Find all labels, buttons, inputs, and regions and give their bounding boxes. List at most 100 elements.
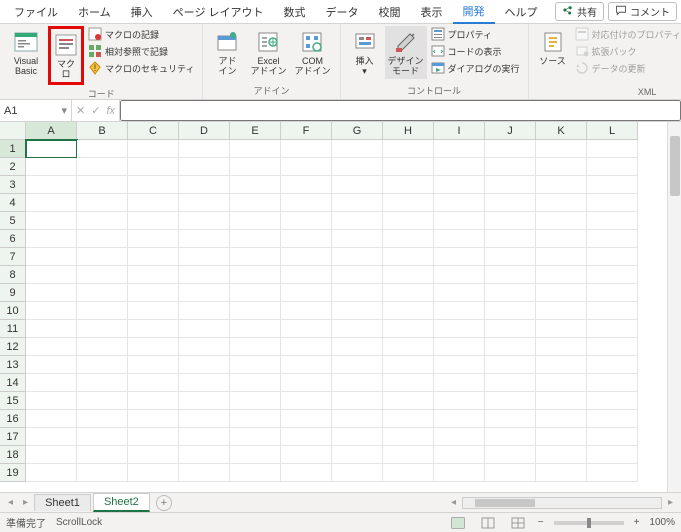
- cell[interactable]: [77, 284, 128, 302]
- column-header[interactable]: H: [383, 122, 434, 140]
- cell[interactable]: [179, 176, 230, 194]
- row-header[interactable]: 8: [0, 266, 26, 284]
- cell[interactable]: [77, 464, 128, 482]
- cell[interactable]: [434, 140, 485, 158]
- cell[interactable]: [179, 302, 230, 320]
- cell[interactable]: [77, 248, 128, 266]
- cell[interactable]: [230, 446, 281, 464]
- cell[interactable]: [281, 446, 332, 464]
- cell[interactable]: [77, 266, 128, 284]
- cell[interactable]: [383, 284, 434, 302]
- cell[interactable]: [536, 428, 587, 446]
- cell[interactable]: [179, 428, 230, 446]
- cell[interactable]: [332, 176, 383, 194]
- cell[interactable]: [434, 212, 485, 230]
- cell[interactable]: [536, 446, 587, 464]
- cell[interactable]: [230, 284, 281, 302]
- cell[interactable]: [434, 284, 485, 302]
- cell[interactable]: [77, 176, 128, 194]
- cell[interactable]: [332, 338, 383, 356]
- cell[interactable]: [587, 140, 638, 158]
- column-header[interactable]: C: [128, 122, 179, 140]
- row-header[interactable]: 7: [0, 248, 26, 266]
- cell[interactable]: [332, 446, 383, 464]
- vertical-scroll-thumb[interactable]: [670, 136, 680, 196]
- cell[interactable]: [128, 392, 179, 410]
- cell[interactable]: [128, 194, 179, 212]
- cell[interactable]: [281, 338, 332, 356]
- cell[interactable]: [434, 392, 485, 410]
- cell[interactable]: [587, 194, 638, 212]
- row-header[interactable]: 3: [0, 176, 26, 194]
- cell[interactable]: [332, 302, 383, 320]
- cell[interactable]: [434, 410, 485, 428]
- row-header[interactable]: 12: [0, 338, 26, 356]
- cell[interactable]: [485, 194, 536, 212]
- cell[interactable]: [587, 230, 638, 248]
- cell[interactable]: [128, 410, 179, 428]
- cell[interactable]: [587, 392, 638, 410]
- cell[interactable]: [26, 392, 77, 410]
- cell[interactable]: [332, 392, 383, 410]
- cell[interactable]: [230, 392, 281, 410]
- cell[interactable]: [230, 248, 281, 266]
- cell[interactable]: [383, 176, 434, 194]
- xml-source-button[interactable]: ソース: [535, 26, 571, 69]
- cell[interactable]: [77, 302, 128, 320]
- cell[interactable]: [26, 212, 77, 230]
- cell[interactable]: [536, 248, 587, 266]
- cell[interactable]: [587, 374, 638, 392]
- run-dialog-button[interactable]: ダイアログの実行: [429, 60, 522, 76]
- properties-button[interactable]: プロパティ: [429, 26, 522, 42]
- tab-nav-next[interactable]: ▸: [19, 497, 32, 508]
- cell[interactable]: [26, 320, 77, 338]
- cell[interactable]: [230, 212, 281, 230]
- cell[interactable]: [587, 356, 638, 374]
- cell[interactable]: [332, 230, 383, 248]
- cell[interactable]: [485, 410, 536, 428]
- cell[interactable]: [587, 428, 638, 446]
- cell[interactable]: [179, 230, 230, 248]
- cell[interactable]: [179, 356, 230, 374]
- cell[interactable]: [434, 176, 485, 194]
- cell[interactable]: [128, 230, 179, 248]
- cell[interactable]: [383, 140, 434, 158]
- cell[interactable]: [536, 140, 587, 158]
- cell[interactable]: [383, 428, 434, 446]
- cell[interactable]: [383, 446, 434, 464]
- cell[interactable]: [485, 140, 536, 158]
- row-header[interactable]: 19: [0, 464, 26, 482]
- cell[interactable]: [281, 266, 332, 284]
- row-header[interactable]: 14: [0, 374, 26, 392]
- cell[interactable]: [332, 356, 383, 374]
- cell[interactable]: [587, 410, 638, 428]
- cell[interactable]: [485, 356, 536, 374]
- cell[interactable]: [281, 410, 332, 428]
- macro-security-button[interactable]: ! マクロのセキュリティ: [86, 60, 196, 76]
- cell[interactable]: [587, 176, 638, 194]
- cell[interactable]: [281, 428, 332, 446]
- view-code-button[interactable]: コードの表示: [429, 43, 522, 59]
- cell[interactable]: [536, 320, 587, 338]
- cell[interactable]: [536, 230, 587, 248]
- view-page-layout-button[interactable]: [478, 516, 498, 530]
- cancel-formula-icon[interactable]: ✕: [76, 104, 85, 117]
- cell[interactable]: [128, 374, 179, 392]
- insert-control-button[interactable]: 挿入▾: [347, 26, 383, 79]
- cell[interactable]: [536, 194, 587, 212]
- cell[interactable]: [26, 356, 77, 374]
- cell[interactable]: [383, 230, 434, 248]
- cell[interactable]: [179, 392, 230, 410]
- horizontal-scroll-thumb[interactable]: [475, 499, 535, 507]
- row-header[interactable]: 16: [0, 410, 26, 428]
- cell[interactable]: [128, 446, 179, 464]
- cell[interactable]: [434, 320, 485, 338]
- cell[interactable]: [485, 230, 536, 248]
- cell[interactable]: [434, 356, 485, 374]
- cell[interactable]: [281, 284, 332, 302]
- cell[interactable]: [383, 464, 434, 482]
- column-header[interactable]: E: [230, 122, 281, 140]
- zoom-in-button[interactable]: +: [634, 517, 640, 528]
- cell[interactable]: [179, 464, 230, 482]
- cell[interactable]: [26, 464, 77, 482]
